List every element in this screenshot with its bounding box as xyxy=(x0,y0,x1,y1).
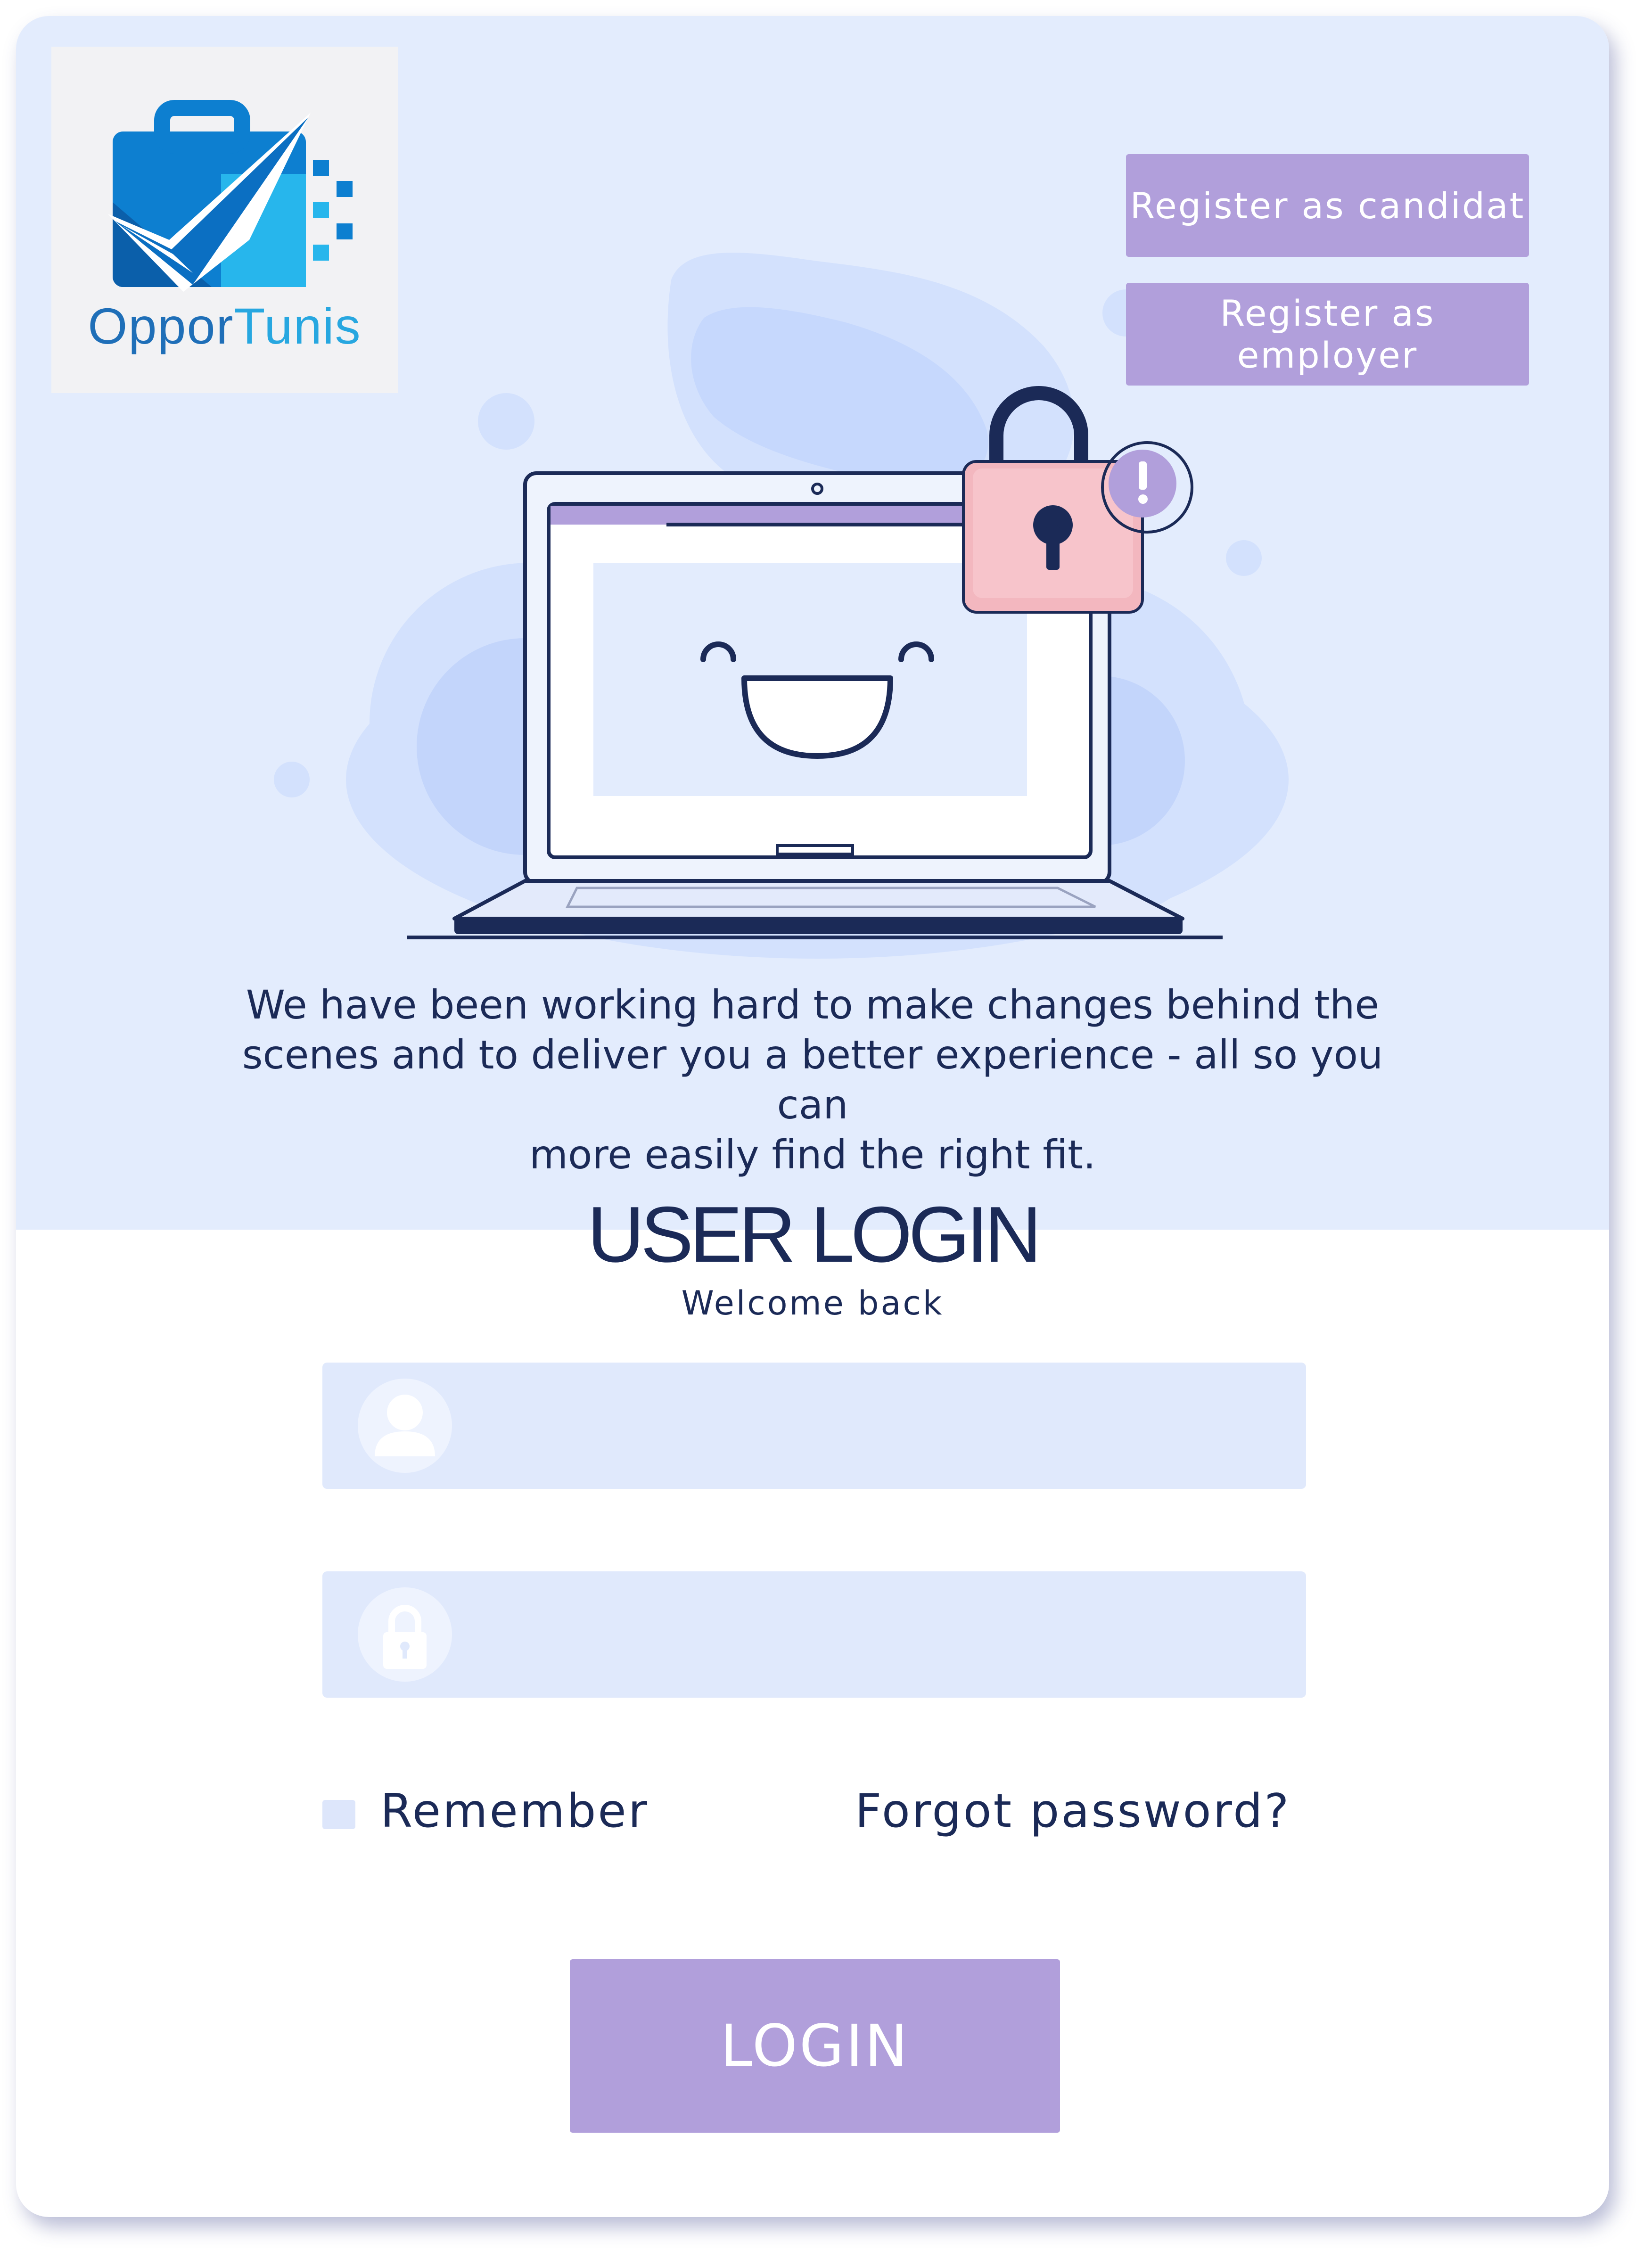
login-card: OpporTunis Register as candidat Register… xyxy=(16,16,1609,2217)
page-title: USER LOGIN xyxy=(587,1190,1042,1279)
password-field[interactable] xyxy=(322,1571,1306,1699)
logo: OpporTunis xyxy=(51,47,398,393)
padlock-warning-icon xyxy=(962,386,1193,614)
username-field[interactable] xyxy=(322,1363,1306,1490)
login-button[interactable]: LOGIN xyxy=(570,1959,1060,2133)
remember-checkbox[interactable] xyxy=(322,1800,355,1829)
register-candidate-button[interactable]: Register as candidat xyxy=(1126,154,1529,257)
password-input[interactable] xyxy=(473,1571,1286,1699)
lock-icon xyxy=(358,1587,452,1682)
username-input[interactable] xyxy=(473,1363,1286,1490)
intro-line: more easily find the right fit. xyxy=(529,1132,1096,1178)
brand-name: OpporTunis xyxy=(88,297,362,354)
register-employer-button[interactable]: Register as employer xyxy=(1126,283,1529,386)
remember-label: Remember xyxy=(380,1784,649,1838)
user-icon xyxy=(358,1379,452,1473)
intro-line: scenes and to deliver you a better exper… xyxy=(242,1032,1383,1128)
forgot-password-link[interactable]: Forgot password? xyxy=(855,1784,1290,1838)
intro-text: We have been working hard to make change… xyxy=(223,980,1402,1180)
page-subtitle: Welcome back xyxy=(681,1284,944,1323)
intro-line: We have been working hard to make change… xyxy=(246,982,1380,1028)
